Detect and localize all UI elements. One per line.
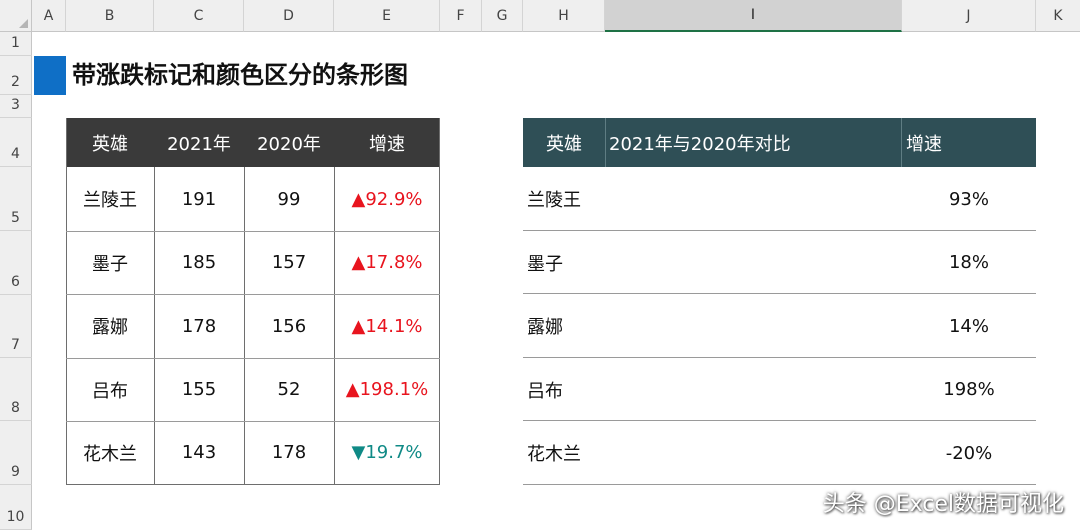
left-cell-growth[interactable]: ▲17.8% [334, 231, 440, 294]
left-cell-growth[interactable]: ▲92.9% [334, 167, 440, 231]
row-header-8[interactable]: 8 [0, 358, 32, 421]
left-cell-hero[interactable]: 兰陵王 [66, 167, 154, 231]
left-cell-2020[interactable]: 157 [244, 231, 334, 294]
left-cell-growth[interactable]: ▲14.1% [334, 294, 440, 358]
left-header-hero[interactable]: 英雄 [66, 118, 154, 167]
column-header-e[interactable]: E [334, 0, 440, 32]
left-cell-hero[interactable]: 墨子 [66, 231, 154, 294]
column-header-f[interactable]: F [440, 0, 482, 32]
left-cell-2021[interactable]: 191 [154, 167, 244, 231]
column-header-h[interactable]: H [523, 0, 605, 32]
row-header-10[interactable]: 10 [0, 485, 32, 530]
row-header-1[interactable]: 1 [0, 32, 32, 56]
row-header-3[interactable]: 3 [0, 95, 32, 118]
row-header-5[interactable]: 5 [0, 167, 32, 231]
left-cell-2021[interactable]: 178 [154, 294, 244, 358]
column-header-g[interactable]: G [482, 0, 523, 32]
row-header-4[interactable]: 4 [0, 118, 32, 167]
column-header-k[interactable]: K [1036, 0, 1080, 32]
row-header-9[interactable]: 9 [0, 421, 32, 485]
right-header-growth[interactable]: 增速 [906, 118, 1034, 167]
left-cell-2020[interactable]: 178 [244, 421, 334, 484]
right-cell-hero[interactable]: 兰陵王 [527, 167, 605, 231]
column-header-b[interactable]: B [66, 0, 154, 32]
left-cell-2020[interactable]: 156 [244, 294, 334, 358]
left-cell-2021[interactable]: 143 [154, 421, 244, 484]
right-cell-growth[interactable]: 14% [902, 294, 1036, 358]
right-header-divider [605, 118, 606, 167]
left-cell-growth[interactable]: ▼19.7% [334, 421, 440, 484]
left-cell-growth[interactable]: ▲198.1% [334, 358, 440, 421]
right-cell-growth[interactable]: 93% [902, 167, 1036, 231]
row-header-7[interactable]: 7 [0, 295, 32, 358]
right-header-comparison[interactable]: 2021年与2020年对比 [609, 118, 899, 167]
watermark-text: 头条 @Excel数据可视化 [822, 492, 1064, 517]
right-cell-hero[interactable]: 吕布 [527, 358, 605, 421]
left-cell-hero[interactable]: 吕布 [66, 358, 154, 421]
left-table-border [66, 484, 440, 485]
column-header-d[interactable]: D [244, 0, 334, 32]
right-cell-hero[interactable]: 花木兰 [527, 421, 605, 485]
page-title[interactable]: 带涨跌标记和颜色区分的条形图 [72, 56, 408, 95]
left-cell-hero[interactable]: 花木兰 [66, 421, 154, 484]
right-header-divider [901, 118, 902, 167]
right-cell-growth[interactable]: 198% [902, 358, 1036, 421]
left-header-growth[interactable]: 增速 [334, 118, 440, 167]
right-cell-growth[interactable]: 18% [902, 231, 1036, 294]
column-header-c[interactable]: C [154, 0, 244, 32]
select-all-corner[interactable] [0, 0, 32, 32]
left-cell-2021[interactable]: 185 [154, 231, 244, 294]
left-header-2020[interactable]: 2020年 [244, 118, 334, 167]
column-header-i[interactable]: I [605, 0, 902, 32]
column-header-j[interactable]: J [902, 0, 1036, 32]
column-header-a[interactable]: A [32, 0, 66, 32]
right-cell-hero[interactable]: 露娜 [527, 294, 605, 358]
right-cell-growth[interactable]: -20% [902, 421, 1036, 485]
title-accent-block [34, 56, 66, 95]
left-cell-2020[interactable]: 52 [244, 358, 334, 421]
left-cell-hero[interactable]: 露娜 [66, 294, 154, 358]
row-header-6[interactable]: 6 [0, 231, 32, 295]
row-header-2[interactable]: 2 [0, 56, 32, 95]
right-header-hero[interactable]: 英雄 [523, 118, 605, 167]
left-cell-2021[interactable]: 155 [154, 358, 244, 421]
left-cell-2020[interactable]: 99 [244, 167, 334, 231]
left-header-2021[interactable]: 2021年 [154, 118, 244, 167]
right-cell-hero[interactable]: 墨子 [527, 231, 605, 294]
